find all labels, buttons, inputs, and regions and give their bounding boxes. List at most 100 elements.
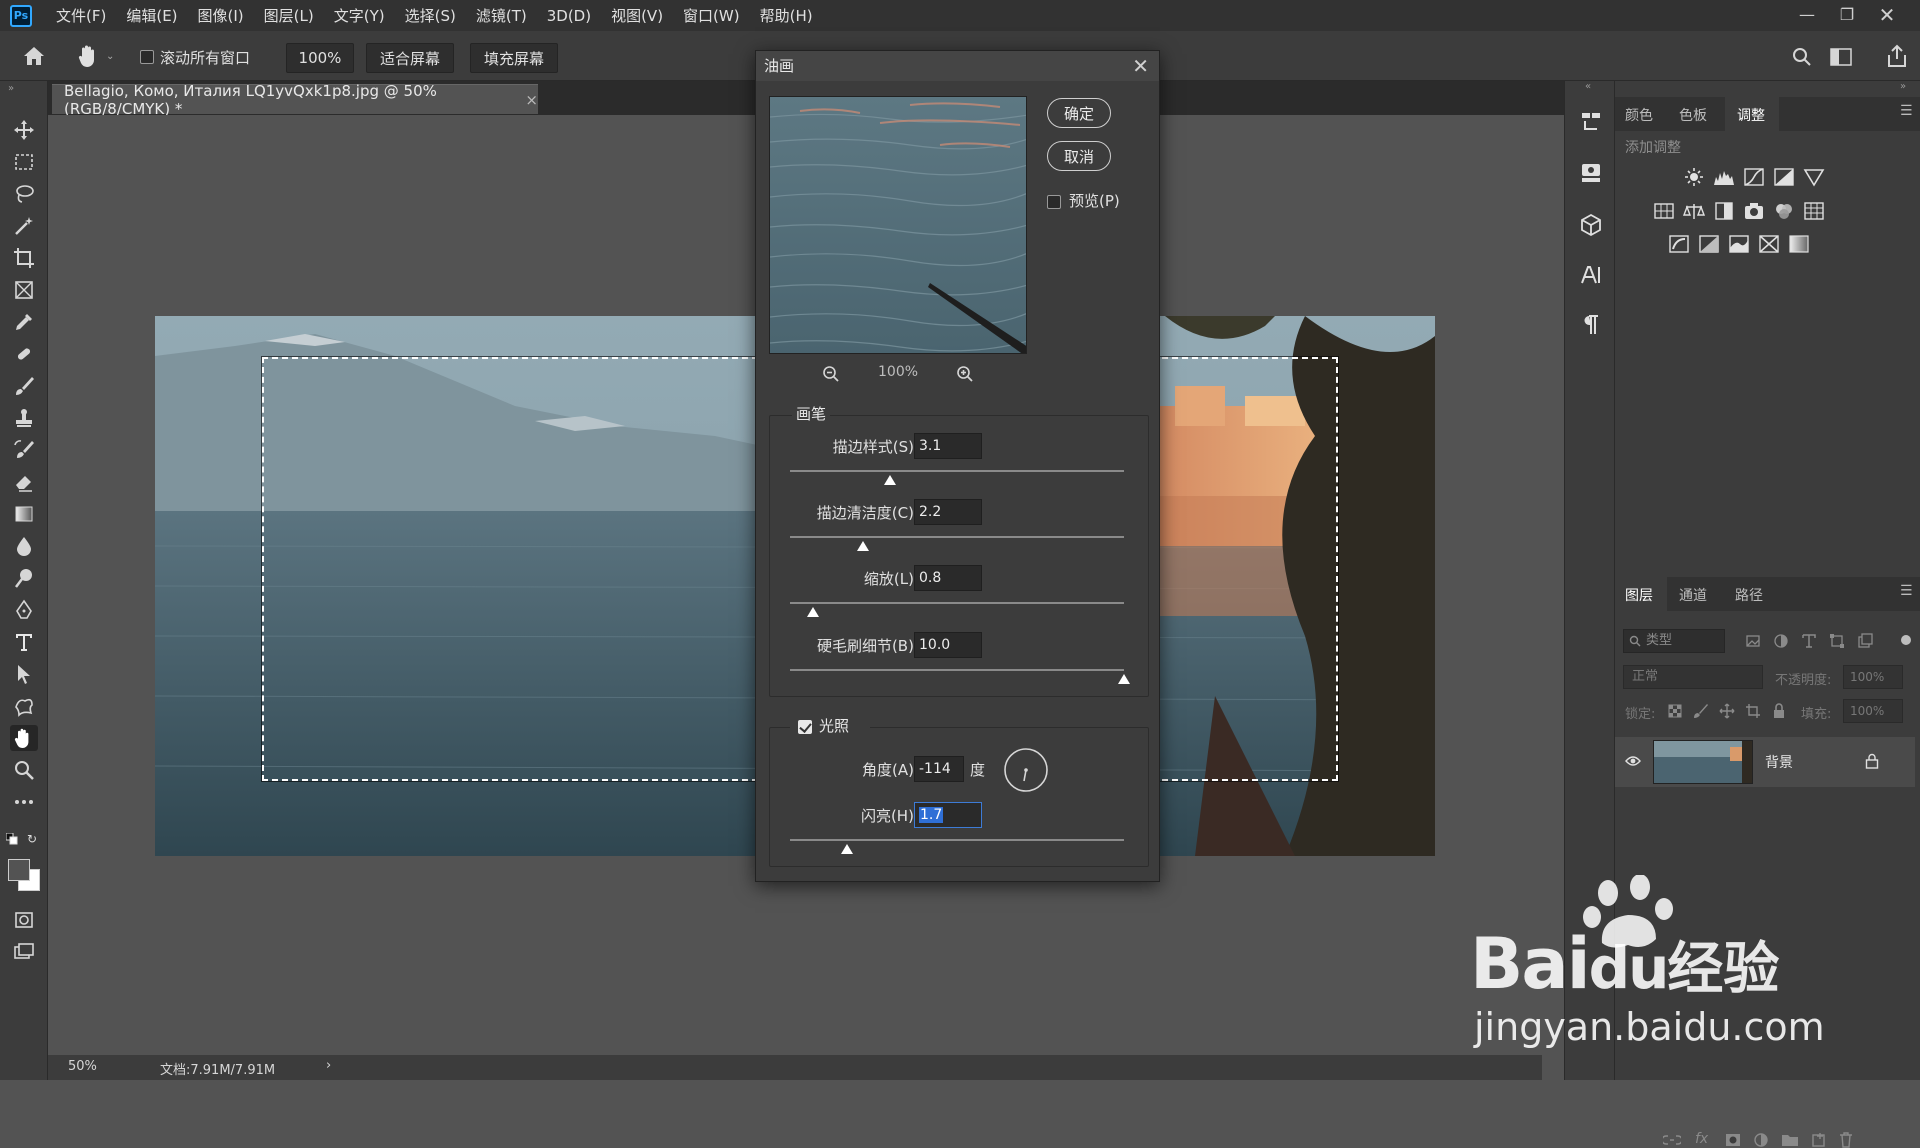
filter-type-icon[interactable] — [1801, 633, 1817, 649]
3d-panel-icon[interactable] — [1577, 213, 1605, 241]
menu-file[interactable]: 文件(F) — [56, 5, 106, 26]
scale-slider-track[interactable] — [790, 602, 1124, 604]
fill-field[interactable]: 100% — [1843, 699, 1903, 723]
new-layer-icon[interactable] — [1811, 1132, 1827, 1148]
status-arrow-icon[interactable]: › — [326, 1058, 331, 1073]
threshold-icon[interactable] — [1728, 234, 1750, 254]
cancel-button[interactable]: 取消 — [1047, 141, 1111, 171]
delete-layer-icon[interactable] — [1839, 1132, 1853, 1148]
history-brush-tool-icon[interactable] — [10, 437, 38, 463]
tab-color[interactable]: 颜色 — [1625, 105, 1653, 125]
gradient-map-icon[interactable] — [1788, 234, 1810, 254]
paragraph-panel-icon[interactable] — [1577, 313, 1605, 341]
path-selection-tool-icon[interactable] — [10, 661, 38, 687]
more-tools-icon[interactable] — [10, 789, 38, 815]
bristle-detail-slider-track[interactable] — [790, 669, 1124, 671]
fill-screen-button[interactable]: 填充屏幕 — [470, 43, 558, 73]
color-lookup-icon[interactable] — [1803, 201, 1825, 221]
invert-icon[interactable] — [1668, 234, 1690, 254]
filter-preview[interactable] — [769, 96, 1027, 354]
stylization-slider-thumb[interactable] — [884, 475, 897, 485]
history-panel-icon[interactable] — [1577, 109, 1605, 137]
preview-checkbox[interactable] — [1047, 195, 1061, 209]
libraries-panel-icon[interactable] — [1577, 161, 1605, 189]
home-icon[interactable] — [22, 45, 46, 67]
lock-transparent-icon[interactable] — [1667, 703, 1683, 719]
bristle-detail-input[interactable]: 10.0 — [914, 632, 982, 658]
blur-tool-icon[interactable] — [10, 533, 38, 559]
cleanliness-slider-track[interactable] — [790, 536, 1124, 538]
layer-row[interactable]: 背景 — [1615, 737, 1915, 787]
menu-layer[interactable]: 图层(L) — [264, 5, 314, 26]
link-layers-icon[interactable] — [1663, 1133, 1681, 1147]
layer-name[interactable]: 背景 — [1765, 752, 1793, 772]
filter-adjustment-icon[interactable] — [1773, 633, 1789, 649]
magic-wand-tool-icon[interactable] — [10, 213, 38, 239]
workspace-icon[interactable] — [1830, 48, 1852, 66]
layers-menu-icon[interactable]: ☰ — [1900, 583, 1913, 599]
type-tool-icon[interactable] — [10, 629, 38, 655]
custom-shape-tool-icon[interactable] — [10, 693, 38, 719]
layer-effects-icon[interactable]: fx — [1695, 1131, 1708, 1147]
gradient-tool-icon[interactable] — [10, 501, 38, 527]
scale-slider-thumb[interactable] — [807, 607, 820, 617]
lighting-checkbox[interactable] — [798, 720, 812, 734]
marquee-tool-icon[interactable] — [10, 149, 38, 175]
bristle-detail-slider-thumb[interactable] — [1118, 674, 1130, 684]
screen-mode-icon[interactable] — [10, 939, 38, 965]
eraser-tool-icon[interactable] — [10, 469, 38, 495]
zoom-value-field[interactable]: 100% — [286, 43, 354, 73]
vibrance-icon[interactable] — [1803, 167, 1825, 187]
lock-all-icon[interactable] — [1771, 703, 1787, 719]
tab-channels[interactable]: 通道 — [1679, 585, 1707, 605]
search-icon[interactable] — [1792, 47, 1812, 67]
cleanliness-input[interactable]: 2.2 — [914, 499, 982, 525]
collapse-strip-icon[interactable]: « — [1585, 81, 1591, 92]
frame-tool-icon[interactable] — [10, 277, 38, 303]
selective-color-icon[interactable] — [1758, 234, 1780, 254]
stylization-input[interactable]: 3.1 — [914, 433, 982, 459]
filter-pixel-icon[interactable] — [1745, 633, 1761, 649]
curves-icon[interactable] — [1743, 167, 1765, 187]
character-panel-icon[interactable] — [1577, 263, 1605, 291]
opacity-field[interactable]: 100% — [1843, 665, 1903, 689]
brightness-contrast-icon[interactable] — [1683, 167, 1705, 187]
angle-dial[interactable] — [1003, 747, 1049, 793]
lock-pixels-icon[interactable] — [1693, 703, 1709, 719]
tab-paths[interactable]: 路径 — [1735, 585, 1763, 605]
levels-icon[interactable] — [1713, 167, 1735, 187]
photo-filter-icon[interactable] — [1743, 201, 1765, 221]
scale-input[interactable]: 0.8 — [914, 565, 982, 591]
blend-mode-select[interactable]: 正常 — [1623, 665, 1763, 689]
layer-visibility-eye-icon[interactable] — [1625, 755, 1641, 767]
menu-select[interactable]: 选择(S) — [405, 5, 456, 26]
adjustments-menu-icon[interactable]: ☰ — [1900, 103, 1913, 119]
menu-view[interactable]: 视图(V) — [611, 5, 663, 26]
restore-icon[interactable]: ❐ — [1832, 4, 1862, 26]
angle-input[interactable]: -114 — [914, 756, 964, 782]
expand-toolbar-icon[interactable]: » — [8, 83, 14, 94]
shine-slider-thumb[interactable] — [840, 844, 853, 854]
channel-mixer-icon[interactable] — [1773, 201, 1795, 221]
hand-tool-active-icon[interactable] — [10, 725, 38, 751]
zoom-in-icon[interactable] — [956, 365, 974, 383]
brush-tool-icon[interactable] — [10, 373, 38, 399]
black-white-icon[interactable] — [1713, 201, 1735, 221]
dodge-tool-icon[interactable] — [10, 565, 38, 591]
filter-toggle-icon[interactable] — [1901, 635, 1911, 645]
status-zoom[interactable]: 50% — [68, 1059, 97, 1074]
collapse-panels-icon[interactable]: » — [1900, 81, 1906, 92]
zoom-out-icon[interactable] — [822, 365, 840, 383]
zoom-tool-icon[interactable] — [10, 757, 38, 783]
layer-mask-icon[interactable] — [1725, 1133, 1741, 1147]
filter-shape-icon[interactable] — [1829, 633, 1845, 649]
document-tab-close-icon[interactable]: × — [525, 91, 538, 109]
tab-layers[interactable]: 图层 — [1625, 585, 1653, 605]
new-group-icon[interactable] — [1781, 1133, 1799, 1147]
menu-edit[interactable]: 编辑(E) — [126, 5, 177, 26]
clone-stamp-tool-icon[interactable] — [10, 405, 38, 431]
window-close-icon[interactable]: ✕ — [1872, 4, 1902, 26]
new-adjustment-layer-icon[interactable] — [1753, 1132, 1769, 1148]
fit-screen-button[interactable]: 适合屏幕 — [366, 43, 454, 73]
lock-artboard-icon[interactable] — [1745, 703, 1761, 719]
